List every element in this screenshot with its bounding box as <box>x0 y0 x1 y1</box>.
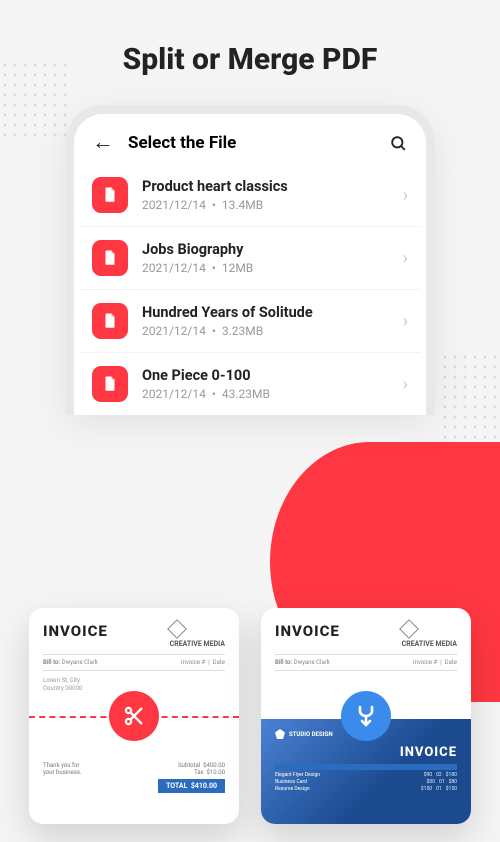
invoice-totals: Subtotal $400.00Tax $10.00 TOTAL $410.00 <box>158 762 225 793</box>
pdf-icon <box>92 177 128 213</box>
search-icon <box>389 134 408 153</box>
search-button[interactable] <box>388 133 408 153</box>
file-row-text: Jobs Biography 2021/12/14 • 12MB <box>142 241 389 275</box>
invoice-meta: Bill to: Dwyane Clark Invoice # | Date <box>275 654 457 671</box>
invoice-bottom: Thank you foryour business. Subtotal $40… <box>29 754 239 824</box>
studio-logo-icon <box>275 729 285 739</box>
screen-title: Select the File <box>128 133 374 153</box>
file-list: Product heart classics 2021/12/14 • 13.4… <box>74 164 426 415</box>
file-name: Hundred Years of Solitude <box>142 304 389 321</box>
chevron-right-icon: › <box>403 248 408 269</box>
invoice-meta: Bill to: Dwyane Clark Invoice # | Date <box>43 654 225 671</box>
mini-table: Elegant Flyer Design$9002$180 Business C… <box>275 772 457 792</box>
pdf-icon <box>92 366 128 402</box>
file-meta: 2021/12/14 • 3.23MB <box>142 324 389 338</box>
preview-cards: INVOICE CREATIVE MEDIA Bill to: Dwyane C… <box>0 608 500 824</box>
invoice-title: INVOICE <box>43 622 108 640</box>
studio-name: STUDIO DESIGN <box>289 731 333 738</box>
split-action-button[interactable] <box>109 691 159 741</box>
page-headline: Split or Merge PDF <box>0 42 500 77</box>
company-logo-icon <box>399 619 419 639</box>
table-header-bar <box>275 764 457 770</box>
file-row[interactable]: Product heart classics 2021/12/14 • 13.4… <box>80 164 420 227</box>
file-row-text: One Piece 0-100 2021/12/14 • 43.23MB <box>142 367 389 401</box>
pdf-icon <box>92 240 128 276</box>
invoice-top: INVOICE CREATIVE MEDIA Bill to: Dwyane C… <box>261 608 471 691</box>
invoice-title: INVOICE <box>275 622 340 640</box>
file-name: One Piece 0-100 <box>142 367 389 384</box>
file-meta: 2021/12/14 • 13.4MB <box>142 198 389 212</box>
file-meta: 2021/12/14 • 12MB <box>142 261 389 275</box>
pdf-icon <box>92 303 128 339</box>
chevron-right-icon: › <box>403 185 408 206</box>
chevron-right-icon: › <box>403 374 408 395</box>
phone-mockup: ← Select the File Product heart classics… <box>65 105 435 415</box>
merge-icon <box>354 704 378 728</box>
file-row[interactable]: Jobs Biography 2021/12/14 • 12MB › <box>80 227 420 290</box>
invoice-title-2: INVOICE <box>275 745 457 760</box>
screen-header: ← Select the File <box>74 118 426 164</box>
file-meta: 2021/12/14 • 43.23MB <box>142 387 389 401</box>
scissors-icon <box>122 704 146 728</box>
file-row-text: Hundred Years of Solitude 2021/12/14 • 3… <box>142 304 389 338</box>
merge-preview-card: INVOICE CREATIVE MEDIA Bill to: Dwyane C… <box>261 608 471 824</box>
file-name: Product heart classics <box>142 178 389 195</box>
file-name: Jobs Biography <box>142 241 389 258</box>
company-name: CREATIVE MEDIA <box>402 640 457 648</box>
file-row-text: Product heart classics 2021/12/14 • 13.4… <box>142 178 389 212</box>
company-logo-icon <box>167 619 187 639</box>
back-button[interactable]: ← <box>92 132 114 154</box>
file-row[interactable]: Hundred Years of Solitude 2021/12/14 • 3… <box>80 290 420 353</box>
split-preview-card: INVOICE CREATIVE MEDIA Bill to: Dwyane C… <box>29 608 239 824</box>
merge-action-button[interactable] <box>341 691 391 741</box>
chevron-right-icon: › <box>403 311 408 332</box>
company-name: CREATIVE MEDIA <box>170 640 225 648</box>
file-row[interactable]: One Piece 0-100 2021/12/14 • 43.23MB › <box>80 353 420 415</box>
